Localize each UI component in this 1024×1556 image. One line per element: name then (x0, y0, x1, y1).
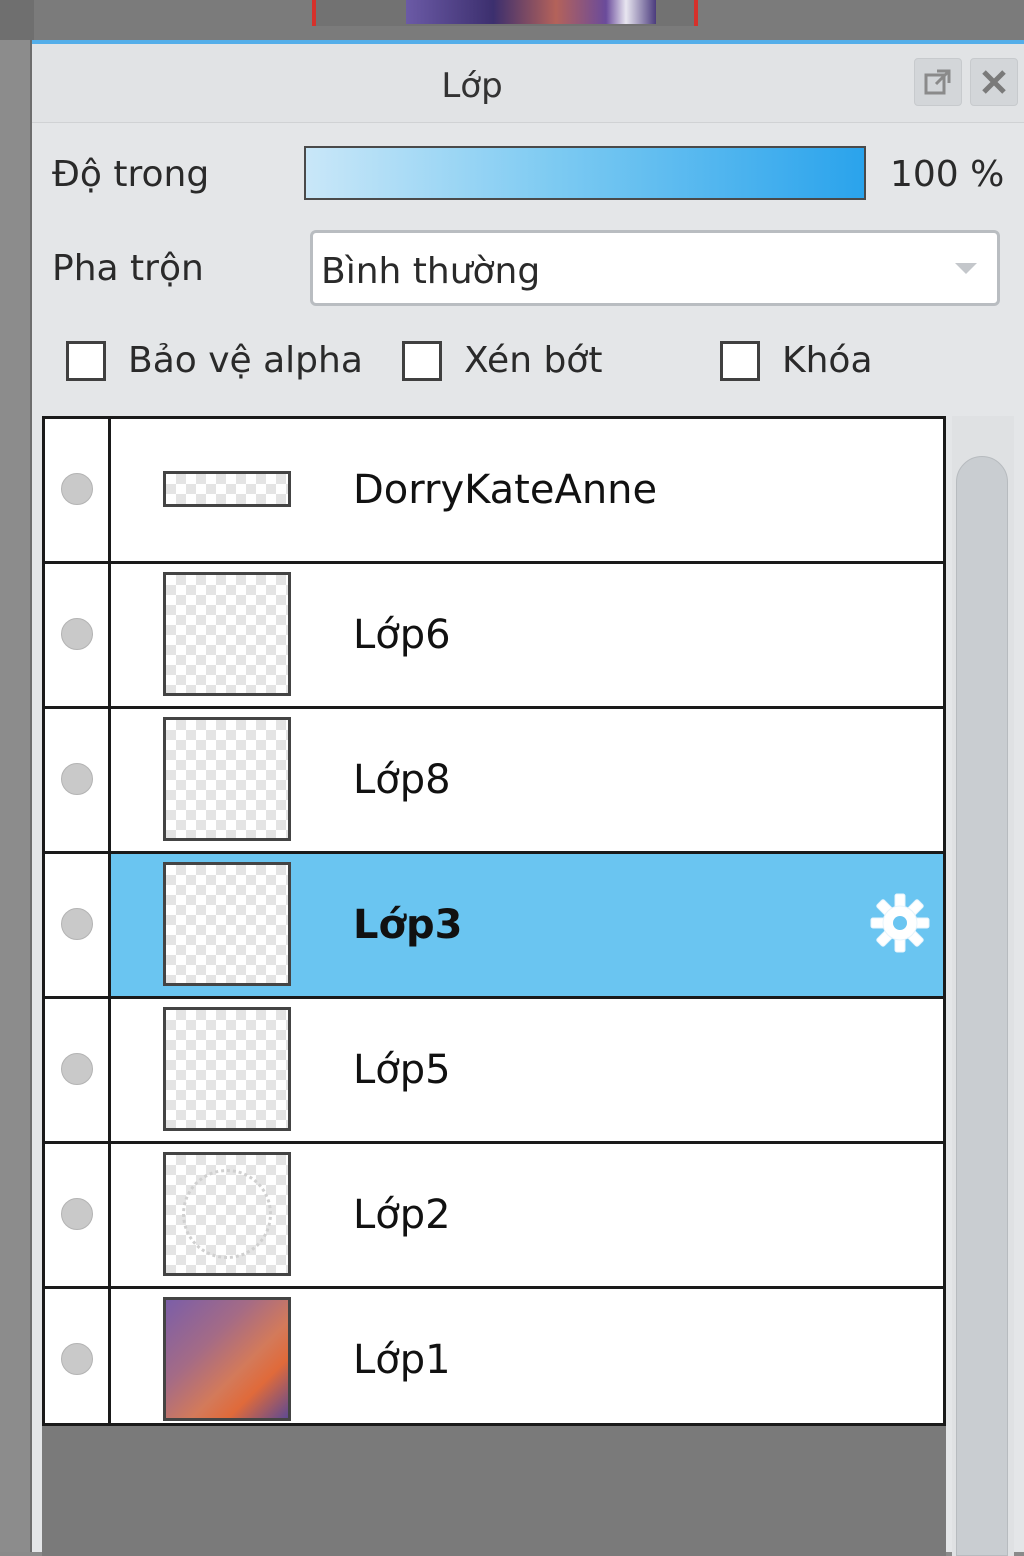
layer-thumbnail (163, 862, 291, 986)
layer-main[interactable]: Lớp8 (111, 709, 943, 851)
gear-icon[interactable] (869, 892, 931, 954)
eye-dot-icon (61, 618, 93, 650)
layer-main[interactable]: Lớp6 (111, 564, 943, 706)
clipping-option[interactable]: Xén bớt (402, 340, 602, 381)
opacity-label: Độ trong (52, 154, 210, 195)
panel-titlebar[interactable]: Lớp (32, 44, 1024, 123)
layer-name: Lớp2 (353, 1192, 451, 1238)
layer-main[interactable]: Lớp1 (111, 1289, 943, 1423)
layer-row[interactable]: Lớp2 (45, 1144, 943, 1289)
layer-row[interactable]: Lớp6 (45, 564, 943, 709)
visibility-toggle[interactable] (45, 1144, 111, 1286)
layer-thumbnail (163, 1152, 291, 1276)
layer-panel: Lớp Độ trong 100 % Pha trộn Bình thường … (32, 40, 1024, 1556)
strip-shade (0, 0, 34, 40)
visibility-toggle[interactable] (45, 419, 111, 561)
eye-dot-icon (61, 1198, 93, 1230)
opacity-value: 100 % (890, 154, 1005, 195)
layer-main[interactable]: Lớp3 (111, 854, 943, 996)
layer-thumbnail (163, 471, 291, 507)
eye-dot-icon (61, 763, 93, 795)
layer-name: Lớp6 (353, 612, 451, 658)
visibility-toggle[interactable] (45, 854, 111, 996)
layer-main[interactable]: Lớp5 (111, 999, 943, 1141)
layer-name: Lớp5 (353, 1047, 451, 1093)
visibility-toggle[interactable] (45, 564, 111, 706)
protect-alpha-checkbox[interactable] (66, 340, 106, 381)
eye-dot-icon (61, 908, 93, 940)
layer-thumbnail (163, 572, 291, 696)
left-dock-edge (0, 40, 32, 1552)
opacity-slider[interactable] (304, 146, 866, 200)
lock-option[interactable]: Khóa (720, 340, 873, 381)
chevron-down-icon (955, 263, 977, 274)
layer-row-selected[interactable]: Lớp3 (45, 854, 943, 999)
layer-thumbnail (163, 1007, 291, 1131)
blend-mode-label: Pha trộn (52, 248, 204, 289)
layer-main[interactable]: DorryKateAnne (111, 419, 943, 561)
visibility-toggle[interactable] (45, 1289, 111, 1423)
layer-thumbnail (163, 1297, 291, 1421)
close-icon[interactable] (970, 58, 1018, 106)
eye-dot-icon (61, 1053, 93, 1085)
layer-list: DorryKateAnne Lớp6 Lớp8 Lớp3 Lớp5 Lớp2 L… (42, 416, 946, 1426)
external-window-icon[interactable] (914, 58, 962, 106)
layer-list-scrollbar[interactable] (952, 416, 1014, 1556)
layer-name: Lớp3 (353, 902, 463, 948)
protect-alpha-option[interactable]: Bảo vệ alpha (66, 340, 363, 381)
layer-name: Lớp8 (353, 757, 451, 803)
layer-name: Lớp1 (353, 1337, 451, 1383)
layer-row[interactable]: Lớp1 (45, 1289, 943, 1423)
lock-label: Khóa (782, 340, 873, 381)
layer-row[interactable]: DorryKateAnne (45, 419, 943, 564)
blend-mode-selected: Bình thường (321, 251, 541, 292)
opacity-slider-fill (306, 148, 864, 198)
layer-thumbnail (163, 717, 291, 841)
canvas-preview-thumbnail (406, 0, 656, 24)
layer-name: DorryKateAnne (353, 467, 658, 513)
layer-row[interactable]: Lớp8 (45, 709, 943, 854)
protect-alpha-label: Bảo vệ alpha (128, 340, 363, 381)
lock-checkbox[interactable] (720, 340, 760, 381)
layer-list-empty-area (42, 1426, 946, 1556)
canvas-navigator-strip (0, 0, 1024, 40)
eye-dot-icon (61, 473, 93, 505)
panel-title: Lớp (441, 66, 503, 106)
canvas-preview-frame[interactable] (312, 0, 698, 26)
scrollbar-thumb[interactable] (956, 456, 1008, 1556)
blend-mode-dropdown[interactable]: Bình thường (310, 230, 1000, 306)
visibility-toggle[interactable] (45, 999, 111, 1141)
clipping-checkbox[interactable] (402, 340, 442, 381)
layer-main[interactable]: Lớp2 (111, 1144, 943, 1286)
eye-dot-icon (61, 1343, 93, 1375)
layer-row[interactable]: Lớp5 (45, 999, 943, 1144)
clipping-label: Xén bớt (464, 340, 603, 381)
visibility-toggle[interactable] (45, 709, 111, 851)
